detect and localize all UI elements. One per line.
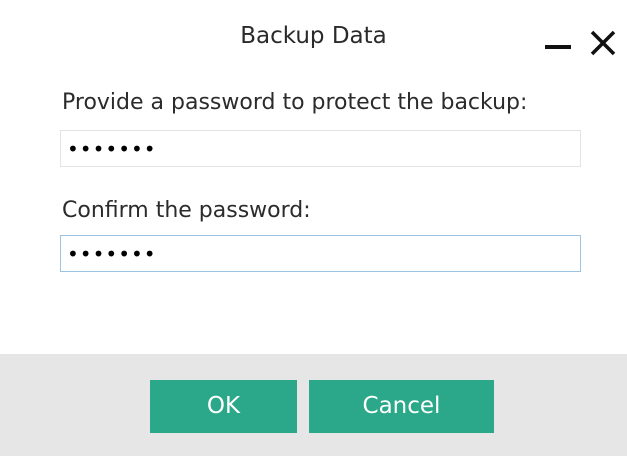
password-input[interactable] — [60, 130, 581, 167]
minimize-icon — [545, 45, 571, 49]
title-bar: Backup Data — [0, 8, 627, 60]
close-icon — [590, 30, 616, 56]
confirm-password-input[interactable] — [60, 235, 581, 272]
ok-button[interactable]: OK — [150, 380, 297, 433]
password-label: Provide a password to protect the backup… — [62, 90, 528, 115]
backup-dialog: Backup Data Provide a password to protec… — [0, 0, 627, 456]
cancel-button[interactable]: Cancel — [309, 380, 494, 433]
close-button[interactable] — [586, 22, 620, 56]
dialog-title: Backup Data — [240, 23, 387, 49]
minimize-button[interactable] — [540, 22, 574, 56]
confirm-password-label: Confirm the password: — [62, 198, 311, 223]
